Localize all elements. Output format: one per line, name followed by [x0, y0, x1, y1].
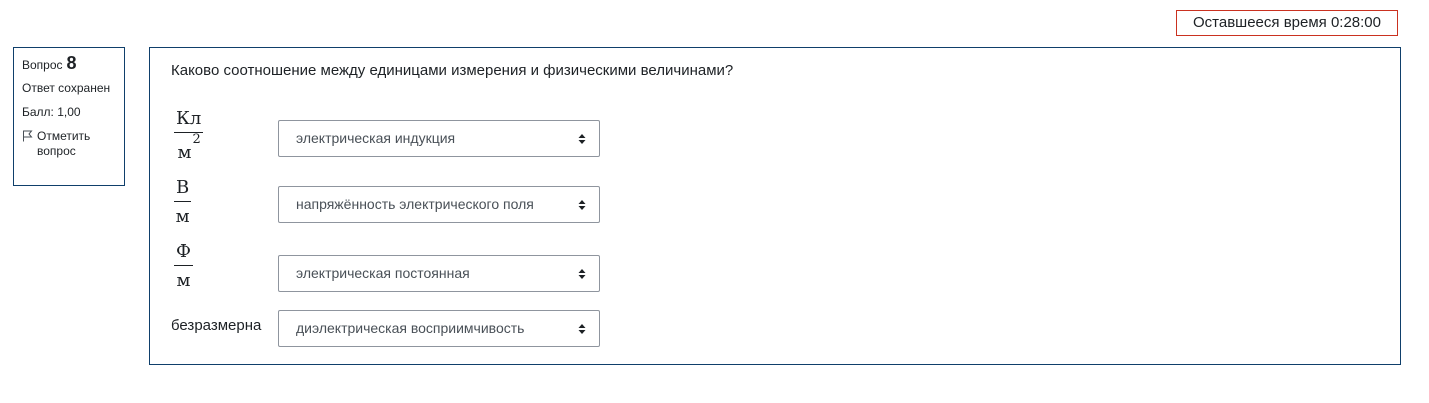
- select-arrows-icon: [578, 324, 586, 334]
- answer-select-3[interactable]: электрическая постоянная: [278, 255, 600, 292]
- answer-select-value-4: диэлектрическая восприимчивость: [296, 320, 525, 336]
- answer-select-4[interactable]: диэлектрическая восприимчивость: [278, 310, 600, 347]
- unit-denominator-2: м: [175, 206, 190, 227]
- select-arrows-icon: [578, 200, 586, 210]
- unit-fraction-2: В м: [174, 177, 192, 227]
- unit-numerator-2: В: [176, 177, 190, 198]
- answer-select-value-2: напряжённость электрического поля: [296, 196, 534, 212]
- unit-numerator-1: Кл: [176, 108, 202, 129]
- unit-denominator-1: м2: [177, 132, 201, 163]
- question-content: Каково соотношение между единицами измер…: [149, 47, 1401, 365]
- select-arrows-icon: [578, 134, 586, 144]
- answer-select-1[interactable]: электрическая индукция: [278, 120, 600, 157]
- question-info-panel: Вопрос 8 Ответ сохранен Балл: 1,00 Отмет…: [13, 47, 125, 186]
- time-remaining: Оставшееся время 0:28:00: [1176, 10, 1398, 36]
- question-text: Каково соотношение между единицами измер…: [171, 62, 734, 79]
- unit-label-4: безразмерна: [171, 317, 262, 334]
- unit-numerator-3: Ф: [176, 241, 191, 262]
- answer-select-value-3: электрическая постоянная: [296, 265, 470, 281]
- answer-select-2[interactable]: напряжённость электрического поля: [278, 186, 600, 223]
- question-state: Ответ сохранен: [22, 81, 111, 95]
- question-label: Вопрос: [22, 58, 63, 72]
- question-number: 8: [66, 53, 77, 73]
- unit-denominator-3: м: [176, 270, 191, 291]
- flag-question-label: Отметить вопрос: [37, 129, 91, 158]
- unit-exponent-1: 2: [192, 132, 201, 147]
- flag-icon: [23, 130, 33, 142]
- question-grade: Балл: 1,00: [22, 105, 81, 119]
- question-number-line: Вопрос 8: [22, 53, 116, 73]
- select-arrows-icon: [578, 269, 586, 279]
- unit-fraction-1: Кл м2: [174, 108, 204, 163]
- flag-question-link[interactable]: Отметить вопрос: [22, 129, 116, 159]
- answer-select-value-1: электрическая индукция: [296, 130, 456, 146]
- unit-fraction-3: Ф м: [174, 242, 193, 291]
